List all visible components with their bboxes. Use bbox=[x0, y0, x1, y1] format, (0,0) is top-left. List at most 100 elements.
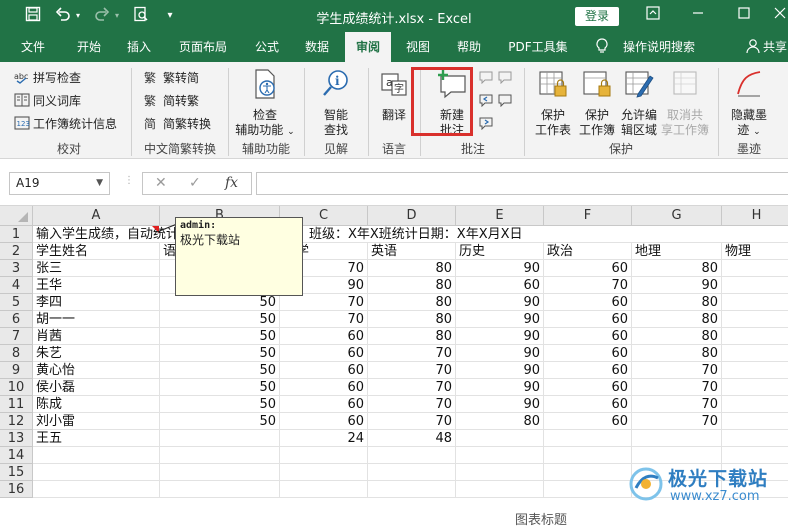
cell-d6[interactable]: 80 bbox=[368, 311, 456, 328]
cell-c6[interactable]: 70 bbox=[280, 311, 368, 328]
cell-a15[interactable] bbox=[33, 464, 160, 481]
cell-h7[interactable] bbox=[722, 328, 788, 345]
tab-file[interactable]: 文件 bbox=[13, 32, 53, 62]
tab-insert[interactable]: 插入 bbox=[119, 32, 159, 62]
cell-d14[interactable] bbox=[368, 447, 456, 464]
row-header-2[interactable]: 2 bbox=[0, 243, 33, 260]
cell-f9[interactable]: 60 bbox=[544, 362, 632, 379]
hide-ink-button[interactable]: 隐藏墨 迹 ⌄ bbox=[724, 68, 774, 140]
cell-d13[interactable]: 48 bbox=[368, 430, 456, 447]
tab-view[interactable]: 视图 bbox=[398, 32, 438, 62]
formula-input[interactable] bbox=[256, 172, 788, 195]
cell-g4[interactable]: 90 bbox=[632, 277, 722, 294]
cell-h2[interactable]: 物理 bbox=[722, 243, 788, 260]
cell-c14[interactable] bbox=[280, 447, 368, 464]
row-header-5[interactable]: 5 bbox=[0, 294, 33, 311]
row-header-4[interactable]: 4 bbox=[0, 277, 33, 294]
cell-g5[interactable]: 80 bbox=[632, 294, 722, 311]
cell-a5[interactable]: 李四 bbox=[33, 294, 160, 311]
cell-e16[interactable] bbox=[456, 481, 544, 498]
cell-f11[interactable]: 60 bbox=[544, 396, 632, 413]
insert-function-icon[interactable]: fx bbox=[225, 175, 238, 191]
spell-check-button[interactable]: abc 拼写检查 bbox=[14, 68, 81, 88]
delete-comment-button[interactable] bbox=[478, 68, 497, 88]
cell-d7[interactable]: 80 bbox=[368, 328, 456, 345]
select-all-corner[interactable] bbox=[0, 206, 33, 226]
cell-g12[interactable]: 70 bbox=[632, 413, 722, 430]
cell-e5[interactable]: 90 bbox=[456, 294, 544, 311]
cell-g6[interactable]: 80 bbox=[632, 311, 722, 328]
row-header-10[interactable]: 10 bbox=[0, 379, 33, 396]
cell-a14[interactable] bbox=[33, 447, 160, 464]
cell-g7[interactable]: 80 bbox=[632, 328, 722, 345]
cell-d9[interactable]: 70 bbox=[368, 362, 456, 379]
check-accessibility-button[interactable]: 检查 辅助功能 ⌄ bbox=[234, 68, 296, 140]
cell-c11[interactable]: 60 bbox=[280, 396, 368, 413]
show-comments-button[interactable] bbox=[497, 68, 516, 88]
cell-f3[interactable]: 60 bbox=[544, 260, 632, 277]
cell-a12[interactable]: 刘小雷 bbox=[33, 413, 160, 430]
cell-f16[interactable] bbox=[544, 481, 632, 498]
row-header-13[interactable]: 13 bbox=[0, 430, 33, 447]
column-header-g[interactable]: G bbox=[632, 206, 722, 226]
cell-e8[interactable]: 90 bbox=[456, 345, 544, 362]
cell-g3[interactable]: 80 bbox=[632, 260, 722, 277]
tab-formulas[interactable]: 公式 bbox=[247, 32, 287, 62]
thesaurus-button[interactable]: 同义词库 bbox=[14, 91, 81, 111]
cell-e9[interactable]: 90 bbox=[456, 362, 544, 379]
enter-icon[interactable]: ✓ bbox=[189, 175, 201, 191]
close-icon[interactable] bbox=[770, 6, 788, 26]
cell-f4[interactable]: 70 bbox=[544, 277, 632, 294]
next-comment-button[interactable] bbox=[478, 114, 497, 134]
tab-help[interactable]: 帮助 bbox=[449, 32, 489, 62]
ribbon-display-options-icon[interactable] bbox=[643, 6, 663, 26]
cell-f12[interactable]: 60 bbox=[544, 413, 632, 430]
cell-e2[interactable]: 历史 bbox=[456, 243, 544, 260]
cell-f8[interactable]: 60 bbox=[544, 345, 632, 362]
cell-c9[interactable]: 60 bbox=[280, 362, 368, 379]
name-box[interactable]: A19 ▼ bbox=[9, 172, 110, 195]
show-all-comments-button[interactable] bbox=[497, 91, 516, 111]
cell-b5[interactable]: 50 bbox=[160, 294, 280, 311]
row-header-11[interactable]: 11 bbox=[0, 396, 33, 413]
column-header-e[interactable]: E bbox=[456, 206, 544, 226]
cell-e3[interactable]: 90 bbox=[456, 260, 544, 277]
cell-f2[interactable]: 政治 bbox=[544, 243, 632, 260]
cell-h10[interactable] bbox=[722, 379, 788, 396]
cell-g8[interactable]: 80 bbox=[632, 345, 722, 362]
cell-f13[interactable] bbox=[544, 430, 632, 447]
cell-b13[interactable] bbox=[160, 430, 280, 447]
cell-a13[interactable]: 王五 bbox=[33, 430, 160, 447]
tab-review[interactable]: 审阅 bbox=[345, 32, 391, 62]
allow-edit-ranges-button[interactable]: 允许编 辑区域 bbox=[618, 68, 660, 138]
traditional-to-simplified-button[interactable]: 繁繁转简 bbox=[144, 68, 199, 88]
cell-d11[interactable]: 70 bbox=[368, 396, 456, 413]
cell-a16[interactable] bbox=[33, 481, 160, 498]
cell-h13[interactable] bbox=[722, 430, 788, 447]
cell-h6[interactable] bbox=[722, 311, 788, 328]
simplified-to-traditional-button[interactable]: 繁简转繁 bbox=[144, 91, 199, 111]
cell-c5[interactable]: 70 bbox=[280, 294, 368, 311]
cell-f15[interactable] bbox=[544, 464, 632, 481]
cell-a3[interactable]: 张三 bbox=[33, 260, 160, 277]
cell-a8[interactable]: 朱艺 bbox=[33, 345, 160, 362]
cell-e4[interactable]: 60 bbox=[456, 277, 544, 294]
chinese-conversion-button[interactable]: 简简繁转换 bbox=[144, 114, 211, 134]
cell-h4[interactable] bbox=[722, 277, 788, 294]
cell-b14[interactable] bbox=[160, 447, 280, 464]
cell-f10[interactable]: 60 bbox=[544, 379, 632, 396]
cell-d4[interactable]: 80 bbox=[368, 277, 456, 294]
tab-home[interactable]: 开始 bbox=[69, 32, 109, 62]
row-header-9[interactable]: 9 bbox=[0, 362, 33, 379]
cell-b10[interactable]: 50 bbox=[160, 379, 280, 396]
cell-a1[interactable]: 输入学生成绩，自动统计学科的平均分等数据。班级：X年X班统计日期：X年X月X日 bbox=[33, 226, 788, 243]
cell-h3[interactable] bbox=[722, 260, 788, 277]
row-header-14[interactable]: 14 bbox=[0, 447, 33, 464]
cell-b12[interactable]: 50 bbox=[160, 413, 280, 430]
cell-d10[interactable]: 70 bbox=[368, 379, 456, 396]
cell-a2[interactable]: 学生姓名 bbox=[33, 243, 160, 260]
cell-d3[interactable]: 80 bbox=[368, 260, 456, 277]
row-header-3[interactable]: 3 bbox=[0, 260, 33, 277]
comment-box[interactable]: admin: 极光下载站 bbox=[175, 217, 303, 296]
cell-e11[interactable]: 90 bbox=[456, 396, 544, 413]
